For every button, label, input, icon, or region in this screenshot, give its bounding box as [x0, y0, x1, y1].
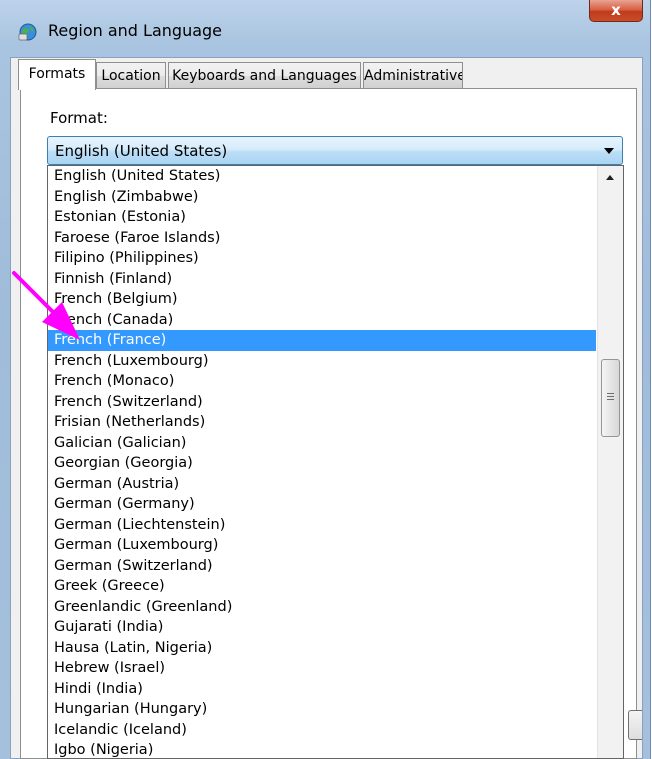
vertical-scrollbar[interactable]: [597, 166, 623, 758]
format-label: Format:: [50, 109, 108, 127]
list-item[interactable]: Estonian (Estonia): [48, 207, 596, 228]
list-item[interactable]: Filipino (Philippines): [48, 248, 596, 269]
list-item[interactable]: German (Liechtenstein): [48, 515, 596, 536]
globe-icon: [18, 23, 37, 41]
list-item[interactable]: Greek (Greece): [48, 576, 596, 597]
list-item[interactable]: French (France): [48, 330, 596, 351]
scrollbar-thumb[interactable]: [601, 359, 620, 437]
dropdown-items: English (United States) English (Zimbabwe…: [48, 166, 596, 758]
list-item[interactable]: Frisian (Netherlands): [48, 412, 596, 433]
list-item[interactable]: Hebrew (Israel): [48, 658, 596, 679]
list-item[interactable]: Galician (Galician): [48, 433, 596, 454]
scroll-up-button[interactable]: [598, 166, 623, 188]
region-language-window: Region and Language x Formats Location K…: [0, 0, 651, 759]
window-title: Region and Language: [48, 21, 223, 40]
list-item[interactable]: Hindi (India): [48, 679, 596, 700]
dialog-button-edge[interactable]: [628, 710, 642, 740]
list-item[interactable]: Hausa (Latin, Nigeria): [48, 638, 596, 659]
list-item[interactable]: German (Germany): [48, 494, 596, 515]
format-dropdown-list[interactable]: English (United States) English (Zimbabwe…: [47, 165, 624, 759]
list-item[interactable]: Hungarian (Hungary): [48, 699, 596, 720]
format-selected-value: English (United States): [55, 142, 228, 160]
list-item[interactable]: Igbo (Nigeria): [48, 740, 596, 758]
chevron-down-icon[interactable]: [604, 148, 614, 154]
list-item[interactable]: Greenlandic (Greenland): [48, 597, 596, 618]
list-item[interactable]: German (Switzerland): [48, 556, 596, 577]
list-item[interactable]: French (Monaco): [48, 371, 596, 392]
list-item[interactable]: Icelandic (Iceland): [48, 720, 596, 741]
thumb-grip-icon: [607, 393, 614, 402]
list-item[interactable]: French (Canada): [48, 310, 596, 331]
list-item[interactable]: Finnish (Finland): [48, 269, 596, 290]
list-item[interactable]: English (Zimbabwe): [48, 187, 596, 208]
list-item[interactable]: Faroese (Faroe Islands): [48, 228, 596, 249]
scroll-up-arrow-icon: [606, 175, 614, 180]
list-item[interactable]: French (Luxembourg): [48, 351, 596, 372]
tab-formats[interactable]: Formats: [18, 59, 96, 90]
close-button[interactable]: x: [589, 0, 643, 22]
format-combobox[interactable]: English (United States): [47, 136, 623, 165]
tab-keyboards-and-languages[interactable]: Keyboards and Languages: [168, 62, 361, 89]
tab-administrative[interactable]: Administrative: [363, 62, 463, 89]
list-item[interactable]: French (Belgium): [48, 289, 596, 310]
list-item[interactable]: Gujarati (India): [48, 617, 596, 638]
list-item[interactable]: German (Austria): [48, 474, 596, 495]
list-item[interactable]: German (Luxembourg): [48, 535, 596, 556]
list-item[interactable]: Georgian (Georgia): [48, 453, 596, 474]
list-item[interactable]: French (Switzerland): [48, 392, 596, 413]
title-bar[interactable]: Region and Language x: [0, 0, 650, 58]
tab-location[interactable]: Location: [96, 62, 166, 89]
list-item[interactable]: English (United States): [48, 166, 596, 187]
close-icon: x: [611, 1, 621, 19]
